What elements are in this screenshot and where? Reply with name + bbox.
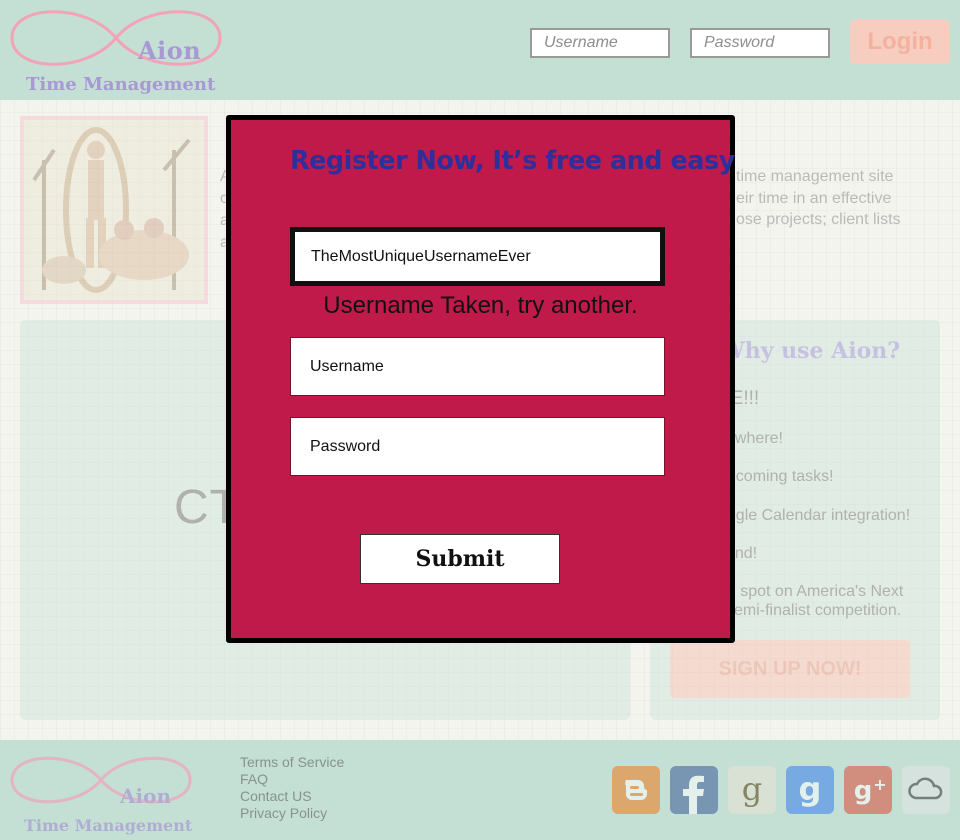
header-username-input[interactable]	[530, 28, 670, 58]
why-item: oogle Calendar integration!	[718, 507, 911, 524]
taken-username-field[interactable]	[290, 227, 665, 286]
password-field[interactable]	[290, 417, 665, 476]
goodreads-icon[interactable]: g	[728, 766, 776, 814]
cloud-icon[interactable]	[902, 766, 950, 814]
why-title: Why use Aion?	[720, 338, 901, 364]
privacy-link[interactable]: Privacy Policy	[240, 805, 344, 822]
footer: Aion Time Management Terms of Service FA…	[0, 740, 960, 840]
login-button[interactable]: Login	[850, 20, 950, 64]
footer-logo-tagline: Time Management	[24, 816, 193, 835]
intro-text-right: time management site eir time in an effe…	[736, 168, 901, 228]
blogger-icon[interactable]	[612, 766, 660, 814]
logo-name: Aion	[138, 36, 202, 65]
google-icon[interactable]: g	[786, 766, 834, 814]
submit-button[interactable]: Submit	[360, 534, 560, 584]
username-error-message: Username Taken, try another.	[323, 292, 638, 319]
header-password-input[interactable]	[690, 28, 830, 58]
why-item: upcoming tasks!	[718, 468, 834, 485]
modal-title: Register Now, It’s free and easy	[290, 146, 735, 176]
faq-link[interactable]: FAQ	[240, 771, 344, 788]
contact-link[interactable]: Contact US	[240, 788, 344, 805]
why-item: l semi-finalist competition.	[718, 602, 902, 619]
logo[interactable]: Aion Time Management	[6, 2, 228, 98]
terms-link[interactable]: Terms of Service	[240, 754, 344, 771]
footer-links: Terms of Service FAQ Contact US Privacy …	[240, 754, 344, 822]
facebook-icon[interactable]	[670, 766, 718, 814]
why-item: ed spot on America's Next	[718, 583, 904, 600]
aion-mosaic-image	[20, 116, 208, 304]
svg-text:g: g	[799, 770, 822, 808]
logo-tagline: Time Management	[26, 74, 216, 95]
svg-text:g: g	[854, 776, 873, 806]
header: Aion Time Management Login	[0, 0, 960, 100]
username-field[interactable]	[290, 337, 665, 396]
sign-up-button[interactable]: SIGN UP NOW!	[670, 640, 910, 698]
svg-text:+: +	[873, 775, 886, 794]
google-plus-icon[interactable]: g +	[844, 766, 892, 814]
footer-logo-name: Aion	[120, 784, 171, 808]
svg-text:g: g	[742, 770, 762, 808]
register-modal: Register Now, It’s free and easy Usernam…	[226, 115, 735, 643]
footer-logo[interactable]: Aion Time Management	[6, 746, 206, 836]
